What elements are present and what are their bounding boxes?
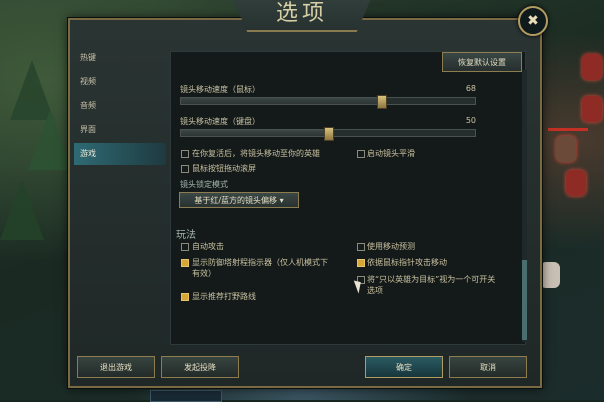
sidebar-item-label: 视频 — [80, 77, 96, 86]
camera-smoothing-label: 启动镜头平滑 — [367, 149, 415, 158]
attack-move-label: 依据鼠标指针攻击移动 — [367, 258, 447, 267]
lock-mode-dropdown[interactable]: 基于红/蓝方的镜头偏移 ▾ — [179, 192, 299, 208]
gameplay-title: 玩法 — [176, 230, 196, 241]
enemy-minion — [582, 54, 602, 80]
hud-bar — [150, 390, 222, 402]
slider-fill — [181, 98, 381, 104]
exit-game-button[interactable]: 退出游戏 — [77, 356, 155, 378]
jungle-path-checkbox[interactable] — [181, 293, 189, 301]
enemy-minion — [540, 262, 560, 288]
champion-target-toggle-label-line2: 选项 — [367, 286, 383, 295]
sidebar-item-video[interactable]: 视频 — [74, 71, 166, 93]
jungle-path-label: 显示推荐打野路线 — [192, 292, 256, 301]
auto-attack-checkbox[interactable] — [181, 243, 189, 251]
close-button[interactable]: ✖ — [518, 6, 548, 36]
camera-smoothing-checkbox[interactable] — [357, 150, 365, 158]
tree-decoration — [0, 180, 44, 240]
champion-target-toggle-label: 将“只以英雄为目标”视为一个可开关 — [367, 275, 496, 284]
slider-thumb[interactable] — [377, 95, 387, 109]
enemy-champion — [556, 136, 576, 162]
surrender-button[interactable]: 发起投降 — [161, 356, 239, 378]
mouse-speed-label: 镜头移动速度（鼠标） — [180, 85, 260, 94]
attack-move-checkbox[interactable] — [357, 259, 365, 267]
sidebar-item-interface[interactable]: 界面 — [74, 119, 166, 141]
sidebar-item-audio[interactable]: 音频 — [74, 95, 166, 117]
sidebar-item-label: 界面 — [80, 125, 96, 134]
lock-mode-title: 镜头锁定模式 — [180, 180, 228, 189]
drag-scroll-checkbox[interactable] — [181, 165, 189, 173]
move-prediction-label: 使用移动预测 — [367, 242, 415, 251]
sidebar-item-label: 音频 — [80, 101, 96, 110]
sidebar-item-game[interactable]: 游戏 — [74, 143, 166, 165]
sidebar-item-label: 热键 — [80, 53, 96, 62]
sidebar-item-label: 游戏 — [80, 149, 96, 158]
enemy-minion — [582, 96, 602, 122]
slider-thumb[interactable] — [324, 127, 334, 141]
close-icon: ✖ — [527, 13, 539, 29]
enemy-minion — [566, 170, 586, 196]
reset-defaults-button[interactable]: 恢复默认设置 — [442, 52, 522, 72]
scroll-thumb[interactable] — [522, 260, 527, 340]
dialog-title: 选项 — [230, 0, 374, 32]
respawn-camera-label: 在你复活后，将镜头移动至你的英雄 — [192, 149, 320, 158]
options-sidebar: 热键 视频 音频 界面 游戏 — [74, 47, 166, 167]
health-bar — [548, 128, 588, 131]
scrollbar[interactable] — [522, 70, 527, 342]
tree-decoration — [28, 110, 72, 170]
keyboard-speed-value: 50 — [465, 116, 476, 125]
mouse-speed-value: 68 — [465, 84, 476, 93]
respawn-camera-checkbox[interactable] — [181, 150, 189, 158]
keyboard-speed-label: 镜头移动速度（键盘） — [180, 117, 260, 126]
cancel-button[interactable]: 取消 — [449, 356, 527, 378]
move-prediction-checkbox[interactable] — [357, 243, 365, 251]
tower-range-label: 显示防御塔射程指示器（仅人机模式下 — [192, 258, 328, 267]
keyboard-speed-slider[interactable] — [180, 127, 476, 141]
sidebar-item-hotkeys[interactable]: 热键 — [74, 47, 166, 69]
drag-scroll-label: 鼠标按钮拖动滚屏 — [192, 164, 256, 173]
ok-button[interactable]: 确定 — [365, 356, 443, 378]
tower-range-checkbox[interactable] — [181, 259, 189, 267]
auto-attack-label: 自动攻击 — [192, 242, 224, 251]
slider-fill — [181, 130, 328, 136]
tower-range-label-line2: 有效） — [192, 269, 216, 278]
mouse-speed-slider[interactable] — [180, 95, 476, 109]
